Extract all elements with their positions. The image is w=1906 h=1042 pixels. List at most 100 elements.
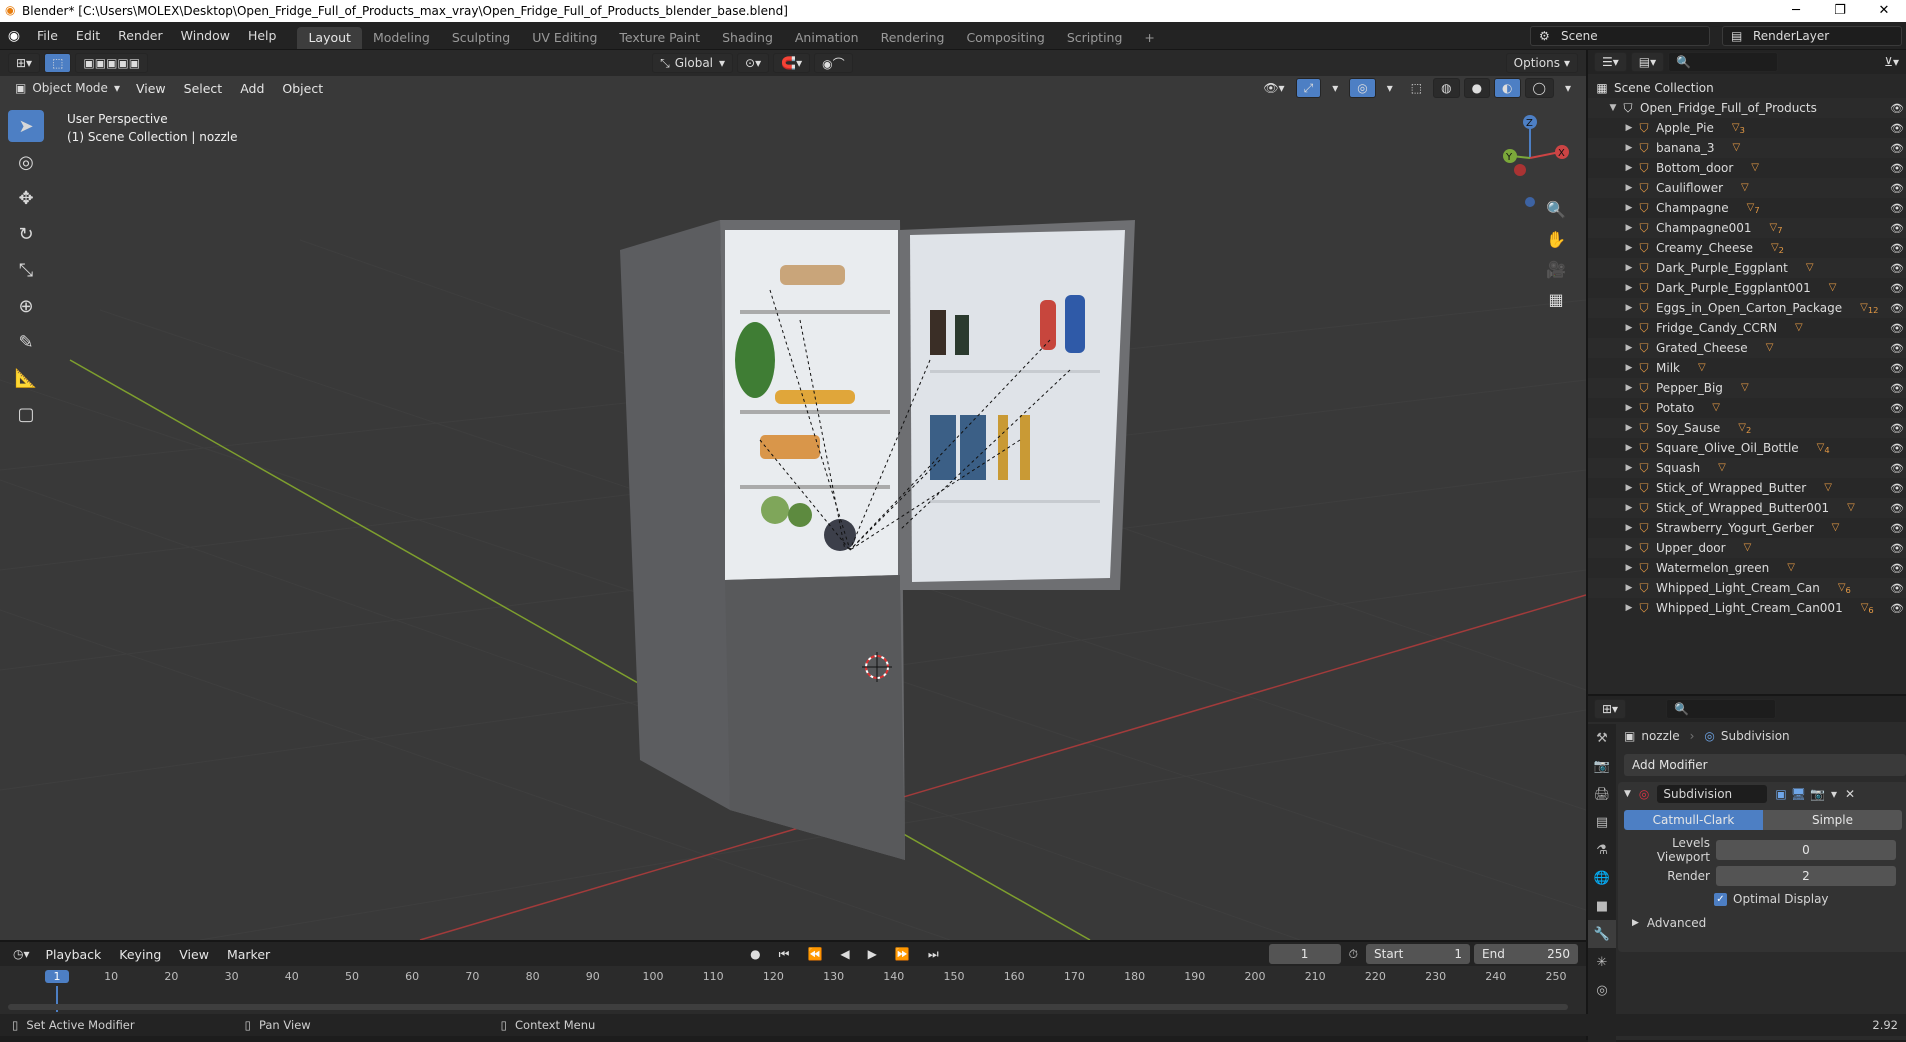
- outliner-item[interactable]: ▶ ⛉ Square_Olive_Oil_Bottle ▽4 👁: [1588, 438, 1906, 458]
- expand-right-icon[interactable]: ▶: [1622, 583, 1636, 593]
- visibility-eye-icon[interactable]: 👁: [1890, 362, 1904, 375]
- expand-right-icon[interactable]: ▶: [1622, 543, 1636, 553]
- catmull-clark-button[interactable]: Catmull-Clark: [1624, 810, 1763, 830]
- add-modifier-dropdown[interactable]: Add Modifier: [1624, 754, 1906, 776]
- expand-right-icon[interactable]: ▶: [1622, 423, 1636, 433]
- expand-right-icon[interactable]: ▶: [1622, 303, 1636, 313]
- current-frame-field[interactable]: 1: [1268, 944, 1341, 964]
- modifier-tab-icon[interactable]: 🔧: [1588, 920, 1616, 948]
- timeline-editor-type-icon[interactable]: ◷▾: [6, 944, 37, 964]
- expand-right-icon[interactable]: ▶: [1622, 203, 1636, 213]
- visibility-eye-icon[interactable]: 👁: [1890, 482, 1904, 495]
- levels-viewport-field[interactable]: 0: [1716, 840, 1896, 860]
- show-in-editmode-icon[interactable]: ▣: [1775, 787, 1786, 801]
- simple-button[interactable]: Simple: [1763, 810, 1902, 830]
- tab-modeling[interactable]: Modeling: [362, 27, 441, 49]
- visibility-eye-icon[interactable]: 👁: [1890, 522, 1904, 535]
- expand-right-icon[interactable]: ▶: [1622, 503, 1636, 513]
- expand-right-icon[interactable]: ▶: [1622, 443, 1636, 453]
- jump-end-icon[interactable]: ⏭: [921, 944, 946, 964]
- maximize-button[interactable]: ❐: [1818, 0, 1862, 22]
- jump-start-icon[interactable]: ⏮: [772, 944, 797, 964]
- zoom-icon[interactable]: 🔍: [1542, 195, 1570, 223]
- start-frame-field[interactable]: Start 1: [1366, 944, 1470, 964]
- expand-right-icon[interactable]: ▶: [1622, 223, 1636, 233]
- outliner-collection[interactable]: ▼ ⛉ Open_Fridge_Full_of_Products 👁: [1588, 98, 1906, 118]
- pan-icon[interactable]: ✋: [1542, 225, 1570, 253]
- timeline-menu-playback[interactable]: Playback: [37, 947, 111, 962]
- world-tab-icon[interactable]: 🌐: [1588, 864, 1616, 892]
- play-icon[interactable]: ▶: [861, 944, 884, 964]
- outliner-item[interactable]: ▶ ⛉ Pepper_Big ▽ 👁: [1588, 378, 1906, 398]
- outliner-item[interactable]: ▶ ⛉ Apple_Pie ▽3 👁: [1588, 118, 1906, 138]
- outliner-item[interactable]: ▶ ⛉ Cauliflower ▽ 👁: [1588, 178, 1906, 198]
- filter-icon[interactable]: ⊻▾: [1877, 52, 1906, 72]
- minimize-button[interactable]: ─: [1774, 0, 1818, 22]
- shading-wireframe-icon[interactable]: ◍: [1433, 78, 1460, 98]
- outliner-item[interactable]: ▶ ⛉ Whipped_Light_Cream_Can ▽6 👁: [1588, 578, 1906, 598]
- add-workspace-button[interactable]: +: [1133, 27, 1165, 49]
- expand-right-icon[interactable]: ▶: [1622, 123, 1636, 133]
- next-keyframe-icon[interactable]: ⏩: [888, 944, 917, 964]
- visibility-eye-icon[interactable]: 👁: [1890, 282, 1904, 295]
- outliner-item[interactable]: ▶ ⛉ Champagne001 ▽7 👁: [1588, 218, 1906, 238]
- show-in-render-icon[interactable]: 📷: [1810, 787, 1825, 801]
- expand-right-icon[interactable]: ▶: [1622, 603, 1636, 613]
- visibility-eye-icon[interactable]: 👁: [1890, 382, 1904, 395]
- menu-help[interactable]: Help: [239, 22, 286, 50]
- 3d-viewport[interactable]: ⊞▾ ⬚ ▣▣▣▣▣ ⤡ Global ▾ ⊙▾ 🧲▾ ◉⌒ Options ▾ ▣…: [0, 50, 1586, 940]
- expand-right-icon[interactable]: ▶: [1622, 323, 1636, 333]
- outliner-item[interactable]: ▶ ⛉ Stick_of_Wrapped_Butter ▽ 👁: [1588, 478, 1906, 498]
- tab-scripting[interactable]: Scripting: [1056, 27, 1134, 49]
- tab-layout[interactable]: Layout: [297, 26, 362, 49]
- modifier-menu-icon[interactable]: ▾: [1831, 787, 1837, 801]
- visibility-eye-icon[interactable]: 👁: [1890, 602, 1904, 615]
- visibility-eye-icon[interactable]: 👁: [1890, 402, 1904, 415]
- physics-tab-icon[interactable]: ◎: [1588, 976, 1616, 1004]
- outliner-item[interactable]: ▶ ⛉ Milk ▽ 👁: [1588, 358, 1906, 378]
- tab-shading[interactable]: Shading: [711, 27, 784, 49]
- visibility-eye-icon[interactable]: 👁: [1890, 442, 1904, 455]
- expand-right-icon[interactable]: ▶: [1622, 563, 1636, 573]
- end-frame-field[interactable]: End 250: [1474, 944, 1578, 964]
- outliner-search-input[interactable]: 🔍: [1668, 52, 1779, 72]
- outliner-item[interactable]: ▶ ⛉ Eggs_in_Open_Carton_Package ▽12 👁: [1588, 298, 1906, 318]
- render-tab-icon[interactable]: 📷: [1588, 752, 1616, 780]
- expand-right-icon[interactable]: ▶: [1622, 403, 1636, 413]
- particles-tab-icon[interactable]: ✳: [1588, 948, 1616, 976]
- expand-right-icon[interactable]: ▶: [1622, 343, 1636, 353]
- shading-material-icon[interactable]: ◐: [1494, 78, 1521, 98]
- render-levels-field[interactable]: 2: [1716, 866, 1896, 886]
- expand-right-icon[interactable]: ▶: [1622, 483, 1636, 493]
- object-tab-icon[interactable]: ■: [1588, 892, 1616, 920]
- properties-search-input[interactable]: 🔍: [1666, 699, 1777, 719]
- selection-mode-icons[interactable]: ▣▣▣▣▣: [75, 53, 149, 73]
- outliner-item[interactable]: ▶ ⛉ Strawberry_Yogurt_Gerber ▽ 👁: [1588, 518, 1906, 538]
- expand-right-icon[interactable]: ▶: [1622, 183, 1636, 193]
- menu-file[interactable]: File: [28, 22, 67, 50]
- expand-right-icon[interactable]: ▶: [1622, 283, 1636, 293]
- outliner-item[interactable]: ▶ ⛉ Squash ▽ 👁: [1588, 458, 1906, 478]
- timeline-scrollbar[interactable]: [8, 1004, 1568, 1010]
- overlays-toggle-icon[interactable]: ◎: [1349, 78, 1376, 98]
- gizmo-dropdown-icon[interactable]: ▾: [1325, 78, 1345, 98]
- visibility-eye-icon[interactable]: 👁: [1890, 202, 1904, 215]
- outliner-item[interactable]: ▶ ⛉ Whipped_Light_Cream_Can001 ▽6 👁: [1588, 598, 1906, 618]
- mode-dropdown[interactable]: ▣ Object Mode ▾: [8, 78, 127, 98]
- collapse-icon[interactable]: ▼: [1624, 789, 1631, 799]
- render-layer-selector[interactable]: ▤ RenderLayer: [1722, 26, 1902, 46]
- visibility-eye-icon[interactable]: 👁: [1890, 542, 1904, 555]
- options-dropdown[interactable]: Options ▾: [1505, 53, 1578, 73]
- visibility-eye-icon[interactable]: 👁: [1890, 462, 1904, 475]
- snap-icon[interactable]: 🧲▾: [773, 53, 811, 73]
- camera-view-icon[interactable]: 🎥: [1542, 255, 1570, 283]
- expand-right-icon[interactable]: ▶: [1622, 163, 1636, 173]
- outliner-item[interactable]: ▶ ⛉ Grated_Cheese ▽ 👁: [1588, 338, 1906, 358]
- visibility-eye-icon[interactable]: 👁: [1890, 102, 1904, 115]
- outliner-item[interactable]: ▶ ⛉ Stick_of_Wrapped_Butter001 ▽ 👁: [1588, 498, 1906, 518]
- scale-tool-icon[interactable]: ⤡: [8, 254, 44, 286]
- move-tool-icon[interactable]: ✥: [8, 182, 44, 214]
- expand-right-icon[interactable]: ▶: [1622, 383, 1636, 393]
- visibility-eye-icon[interactable]: 👁: [1890, 582, 1904, 595]
- visibility-eye-icon[interactable]: 👁: [1890, 242, 1904, 255]
